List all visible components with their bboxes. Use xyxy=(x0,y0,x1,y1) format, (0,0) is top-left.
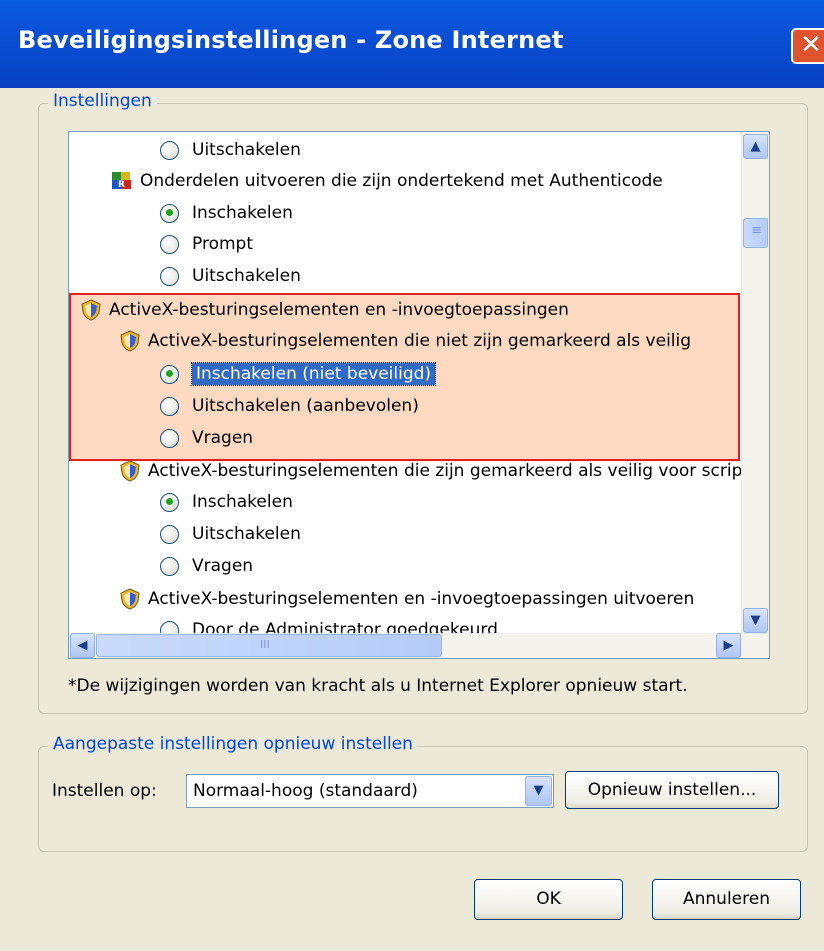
close-button[interactable]: ✕ xyxy=(791,28,824,64)
tree-option-row[interactable]: Inschakelen xyxy=(160,198,293,228)
tree-category-row: ActiveX-besturingselementen en -invoegto… xyxy=(119,584,694,614)
radio-button[interactable] xyxy=(160,556,179,576)
tree-category-row: ActiveX-besturingselementen en -invoegto… xyxy=(80,295,569,325)
scroll-up-button[interactable]: ▲ xyxy=(743,134,768,159)
option-label: Inschakelen xyxy=(192,203,293,223)
settings-tree-viewport: Uitschakelen R Onderdelen uitvoeren die … xyxy=(69,132,742,635)
option-label: Vragen xyxy=(192,556,254,576)
scroll-down-button[interactable]: ▼ xyxy=(743,608,768,633)
settings-tree[interactable]: Uitschakelen R Onderdelen uitvoeren die … xyxy=(68,131,770,659)
tree-option-row[interactable]: Inschakelen (niet beveiligd) xyxy=(160,359,437,389)
category-label: ActiveX-besturingselementen die niet zij… xyxy=(148,331,692,351)
settings-group-legend: Instellingen xyxy=(48,91,157,111)
radio-button[interactable] xyxy=(160,203,179,223)
radio-button[interactable] xyxy=(160,140,179,160)
tree-option-row[interactable]: Vragen xyxy=(160,423,253,453)
vertical-scrollbar[interactable]: ▲ ≡ ▼ xyxy=(741,132,769,635)
shield-icon xyxy=(80,299,102,321)
reset-level-value: Normaal-hoog (standaard) xyxy=(193,781,418,801)
reset-level-dropdown[interactable]: Normaal-hoog (standaard) ▼ xyxy=(186,774,554,808)
scroll-grip-icon: ≡ xyxy=(751,223,762,238)
restart-note: *De wijzigingen worden van kracht als u … xyxy=(68,676,688,696)
category-label: ActiveX-besturingselementen en -invoegto… xyxy=(148,589,695,609)
category-label: ActiveX-besturingselementen die zijn gem… xyxy=(148,461,742,481)
category-label: Onderdelen uitvoeren die zijn onderteken… xyxy=(140,171,663,191)
window-title: Beveiligingsinstellingen - Zone Internet xyxy=(18,26,564,54)
shield-icon xyxy=(119,460,141,482)
horizontal-scrollbar[interactable]: ◀ III ▶ xyxy=(69,633,769,658)
cancel-button[interactable]: Annuleren xyxy=(652,879,801,920)
option-label: Uitschakelen xyxy=(192,524,301,544)
activex-component-icon: R xyxy=(111,170,133,192)
radio-button[interactable] xyxy=(160,396,179,416)
tree-option-row[interactable]: Door de Administrator goedgekeurd xyxy=(160,615,498,635)
option-label: Prompt xyxy=(192,234,253,254)
option-label: Uitschakelen (aanbevolen) xyxy=(192,396,419,416)
tree-option-row[interactable]: Uitschakelen xyxy=(160,261,301,291)
option-label: Inschakelen xyxy=(192,492,293,512)
option-label: Uitschakelen xyxy=(192,266,301,286)
horizontal-scroll-thumb[interactable]: III xyxy=(96,634,442,657)
tree-category-row: ActiveX-besturingselementen die niet zij… xyxy=(119,326,691,356)
tree-option-row[interactable]: Prompt xyxy=(160,229,253,259)
svg-text:R: R xyxy=(118,180,125,190)
tree-category-row: R Onderdelen uitvoeren die zijn ondertek… xyxy=(111,166,663,196)
tree-option-row[interactable]: Uitschakelen xyxy=(160,135,301,165)
radio-button[interactable] xyxy=(160,266,179,286)
radio-button[interactable] xyxy=(160,492,179,512)
vertical-scroll-thumb[interactable]: ≡ xyxy=(743,218,768,248)
scroll-right-button[interactable]: ▶ xyxy=(716,633,741,658)
radio-button[interactable] xyxy=(160,234,179,254)
radio-button[interactable] xyxy=(160,428,179,448)
shield-icon xyxy=(119,330,141,352)
tree-option-row[interactable]: Uitschakelen (aanbevolen) xyxy=(160,391,419,421)
chevron-down-icon[interactable]: ▼ xyxy=(525,776,552,806)
tree-option-row[interactable]: Inschakelen xyxy=(160,487,293,517)
scroll-grip-icon: III xyxy=(260,638,270,651)
option-label: Vragen xyxy=(192,428,254,448)
reset-group-legend: Aangepaste instellingen opnieuw instelle… xyxy=(48,734,418,754)
tree-option-row[interactable]: Vragen xyxy=(160,551,253,581)
option-label: Uitschakelen xyxy=(192,140,301,160)
reset-level-label: Instellen op: xyxy=(52,781,157,801)
shield-icon xyxy=(119,588,141,610)
scroll-left-button[interactable]: ◀ xyxy=(70,633,95,658)
reset-button[interactable]: Opnieuw instellen... xyxy=(565,771,779,809)
category-label: ActiveX-besturingselementen en -invoegto… xyxy=(109,300,569,320)
selected-option-label: Inschakelen (niet beveiligd) xyxy=(190,362,437,386)
radio-button[interactable] xyxy=(160,524,179,544)
radio-button[interactable] xyxy=(160,364,179,384)
tree-category-row: ActiveX-besturingselementen die zijn gem… xyxy=(119,456,742,486)
tree-option-row[interactable]: Uitschakelen xyxy=(160,519,301,549)
title-bar: Beveiligingsinstellingen - Zone Internet… xyxy=(0,0,824,88)
ok-button[interactable]: OK xyxy=(474,879,623,920)
